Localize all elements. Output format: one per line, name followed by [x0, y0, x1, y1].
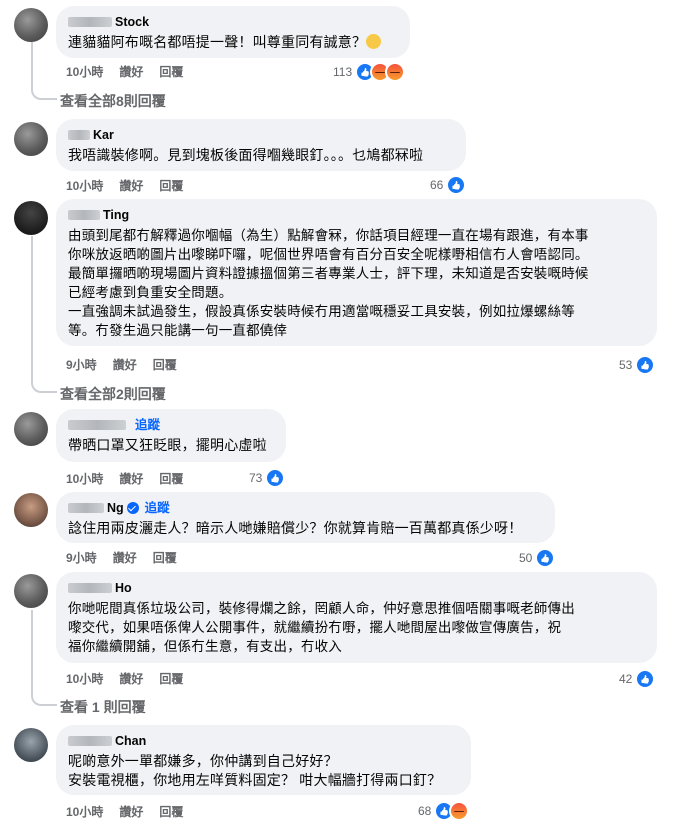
comment-bubble: Chan 呢啲意外一單都嫌多，你仲講到自己好好？ 安裝電視櫃，你地用左咩質料固定…: [56, 725, 471, 795]
see-all-replies-link[interactable]: 查看全部8則回覆: [60, 91, 166, 111]
see-all-replies-link[interactable]: 查看全部2則回覆: [60, 384, 166, 404]
reply-button[interactable]: 回覆: [159, 63, 183, 80]
comment-actions: 10小時 讚好 回覆: [66, 670, 183, 687]
like-button[interactable]: 讚好: [113, 356, 137, 373]
thread-line: [31, 236, 57, 393]
reaction-summary[interactable]: 50: [519, 548, 556, 568]
comment-time[interactable]: 10小時: [66, 177, 103, 194]
like-icon: [265, 468, 286, 488]
follow-button[interactable]: 追蹤: [145, 500, 170, 516]
thread-line: [31, 42, 57, 100]
comment-time[interactable]: 10小時: [66, 803, 103, 820]
like-button[interactable]: 讚好: [119, 670, 143, 687]
commenter-name-text: Ng: [107, 501, 124, 515]
angry-icon: [449, 801, 470, 821]
avatar[interactable]: [14, 412, 48, 446]
see-all-replies-link[interactable]: 查看 1 則回覆: [60, 697, 146, 717]
commenter-name[interactable]: Chan: [68, 733, 459, 749]
commenter-name[interactable]: Ting: [68, 207, 645, 223]
commenter-name[interactable]: Ng 追蹤: [68, 500, 543, 516]
comment-text: 由頭到尾都冇解釋過你嗰幅（為生）點解會冧，你話項目經理一直在場有跟進，有本事 你…: [68, 228, 589, 338]
reaction-count: 113: [333, 65, 353, 79]
comment-actions: 10小時 讚好 回覆: [66, 177, 183, 194]
like-button[interactable]: 讚好: [119, 177, 143, 194]
commenter-name[interactable]: Kar: [68, 127, 454, 143]
comment-actions: 10小時 讚好 回覆: [66, 470, 183, 487]
flushed-emoji-icon: [366, 34, 382, 49]
reaction-summary[interactable]: 73: [249, 468, 286, 488]
reaction-count: 73: [249, 471, 263, 485]
comment-text: 你哋呢間真係垃圾公司，裝修得爛之餘，罔顧人命，仲好意思推個唔關事嘅老師傳出 嚟交…: [68, 601, 575, 654]
like-button[interactable]: 讚好: [119, 803, 143, 820]
thread-line: [31, 610, 57, 706]
comment-time[interactable]: 9小時: [66, 549, 97, 566]
angry-icon: [385, 62, 406, 82]
reaction-count: 42: [619, 672, 633, 686]
reply-button[interactable]: 回覆: [159, 670, 183, 687]
commenter-name-text: Chan: [115, 734, 147, 748]
reply-button[interactable]: 回覆: [159, 470, 183, 487]
comment-actions: 9小時 讚好 回覆: [66, 356, 177, 373]
reaction-summary[interactable]: 42: [619, 669, 656, 689]
comment-text: 呢啲意外一單都嫌多，你仲講到自己好好？ 安裝電視櫃，你地用左咩質料固定？ 咁大幅…: [68, 753, 442, 788]
reaction-count: 50: [519, 551, 533, 565]
commenter-name-text: Stock: [115, 15, 150, 29]
like-button[interactable]: 讚好: [113, 549, 137, 566]
comment-time[interactable]: 10小時: [66, 470, 103, 487]
like-button[interactable]: 讚好: [119, 470, 143, 487]
like-icon: [635, 669, 656, 689]
comment-text: 我唔識裝修啊。見到塊板後面得嗰幾眼釘。。。乜鳩都冧啦: [68, 147, 424, 163]
reply-button[interactable]: 回覆: [159, 803, 183, 820]
follow-button[interactable]: 追蹤: [135, 417, 160, 433]
avatar[interactable]: [14, 122, 48, 156]
comment-text: 連貓貓阿布嘅名都唔提一聲！叫尊重同有誠意？: [68, 33, 398, 52]
reaction-summary[interactable]: 68: [418, 801, 470, 821]
comment-actions: 9小時 讚好 回覆: [66, 549, 177, 566]
comment-time[interactable]: 9小時: [66, 356, 97, 373]
comment-text-body: 連貓貓阿布嘅名都唔提一聲！叫尊重同有誠意？: [68, 34, 367, 50]
commenter-name[interactable]: Stock: [68, 14, 398, 30]
commenter-name-text: Ting: [103, 208, 130, 222]
reaction-summary[interactable]: 113: [333, 62, 406, 82]
verified-badge-icon: [126, 502, 139, 514]
avatar[interactable]: [14, 574, 48, 608]
avatar[interactable]: [14, 728, 48, 762]
reaction-count: 66: [430, 178, 444, 192]
comment-bubble: 追蹤 帶晒口罩又狂眨眼，擺明心虛啦: [56, 409, 286, 462]
comment-actions: 10小時 讚好 回覆: [66, 803, 183, 820]
commenter-name[interactable]: Ho: [68, 580, 645, 596]
avatar[interactable]: [14, 8, 48, 42]
comment-time[interactable]: 10小時: [66, 63, 103, 80]
like-button[interactable]: 讚好: [119, 63, 143, 80]
reaction-count: 68: [418, 804, 432, 818]
comment-time[interactable]: 10小時: [66, 670, 103, 687]
avatar[interactable]: [14, 493, 48, 527]
comment-bubble: Stock 連貓貓阿布嘅名都唔提一聲！叫尊重同有誠意？: [56, 6, 410, 58]
reply-button[interactable]: 回覆: [153, 549, 177, 566]
commenter-name-text: Kar: [93, 128, 114, 142]
comment-bubble: Ng 追蹤 諗住用兩皮灑走人？暗示人哋嫌賠償少？你就算肯賠一百萬都真係少呀！: [56, 492, 555, 543]
reaction-count: 53: [619, 358, 633, 372]
comment-bubble: Kar 我唔識裝修啊。見到塊板後面得嗰幾眼釘。。。乜鳩都冧啦: [56, 119, 466, 171]
comment-bubble: Ho 你哋呢間真係垃圾公司，裝修得爛之餘，罔顧人命，仲好意思推個唔關事嘅老師傳出…: [56, 572, 657, 663]
comment-text: 帶晒口罩又狂眨眼，擺明心虛啦: [68, 437, 267, 453]
like-icon: [635, 355, 656, 375]
reply-button[interactable]: 回覆: [153, 356, 177, 373]
commenter-name-text: Ho: [115, 581, 132, 595]
reaction-summary[interactable]: 66: [430, 175, 467, 195]
comment-text: 諗住用兩皮灑走人？暗示人哋嫌賠償少？你就算肯賠一百萬都真係少呀！: [68, 520, 523, 536]
like-icon: [535, 548, 556, 568]
commenter-name[interactable]: 追蹤: [68, 417, 274, 433]
like-icon: [446, 175, 467, 195]
comment-bubble: Ting 由頭到尾都冇解釋過你嗰幅（為生）點解會冧，你話項目經理一直在場有跟進，…: [56, 199, 657, 346]
reply-button[interactable]: 回覆: [159, 177, 183, 194]
reaction-summary[interactable]: 53: [619, 355, 656, 375]
comment-actions: 10小時 讚好 回覆: [66, 63, 183, 80]
avatar[interactable]: [14, 201, 48, 235]
